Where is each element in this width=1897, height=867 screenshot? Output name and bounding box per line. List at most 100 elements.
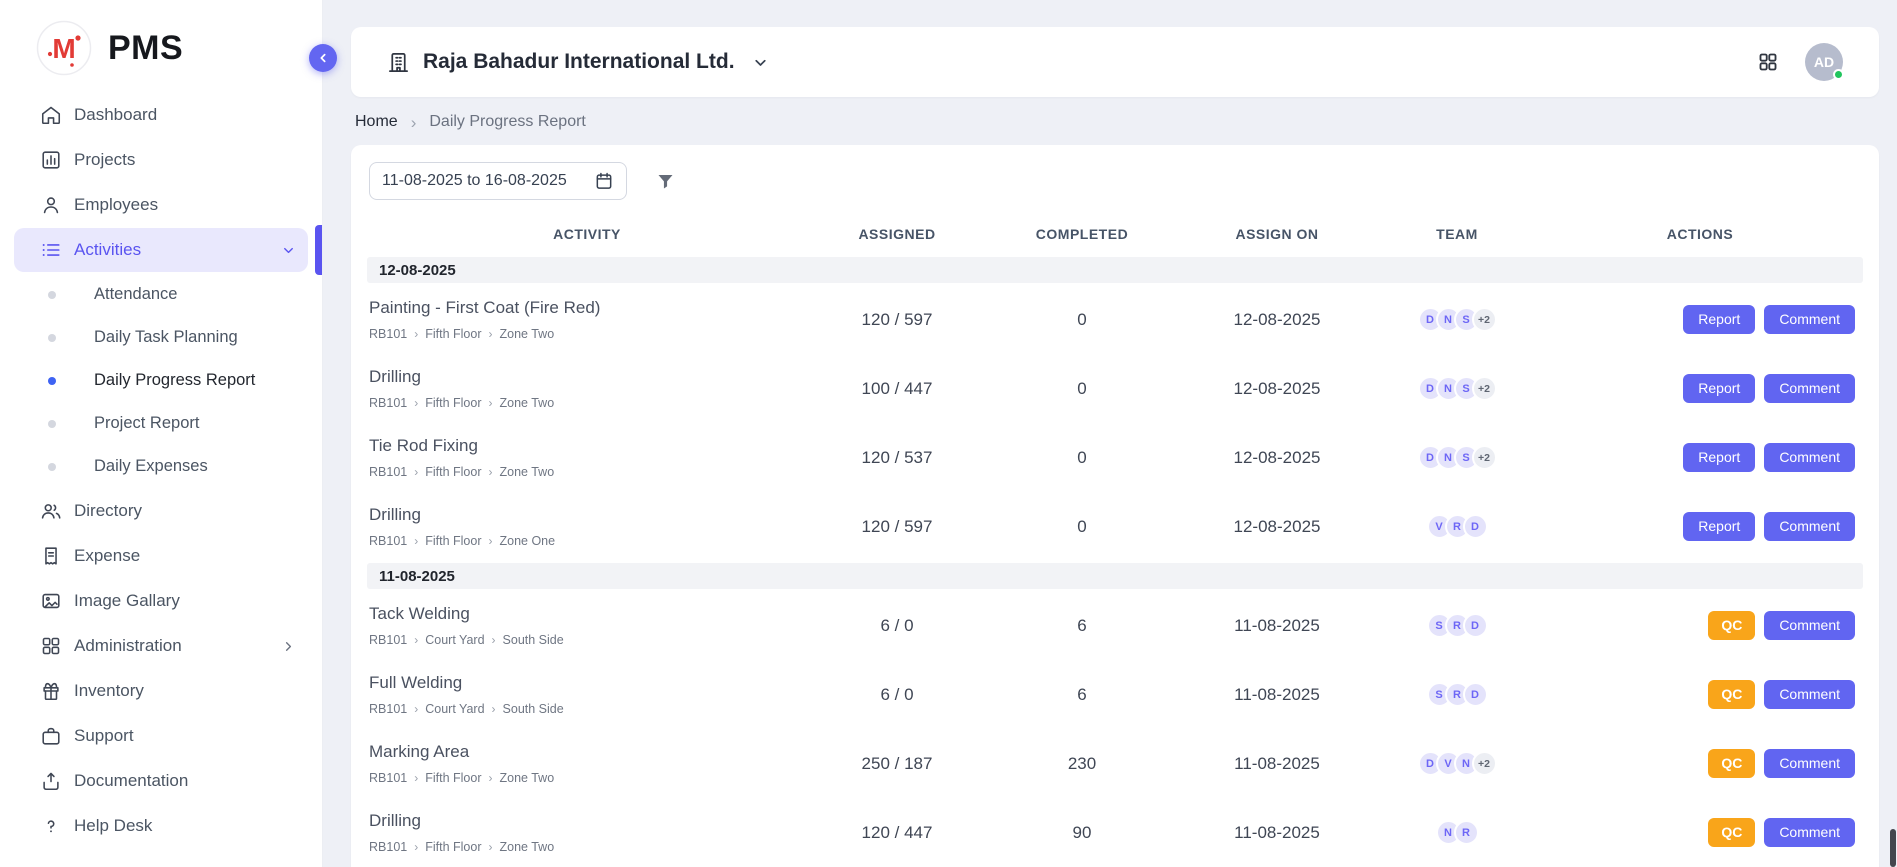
- comment-button[interactable]: Comment: [1764, 512, 1855, 542]
- team-avatars: DNS+2: [1377, 376, 1537, 401]
- sidebar-item-daily-progress-report[interactable]: Daily Progress Report: [14, 359, 308, 402]
- sidebar-item-attendance[interactable]: Attendance: [14, 273, 308, 316]
- team-extra-badge[interactable]: +2: [1472, 445, 1497, 470]
- assigned-value: 100 / 447: [807, 379, 987, 399]
- comment-button[interactable]: Comment: [1764, 611, 1855, 641]
- activity-title: Tack Welding: [369, 604, 797, 624]
- path-segment: RB101: [369, 327, 407, 341]
- table-row: Marking Area RB101›Fifth Floor›Zone Two …: [367, 729, 1863, 798]
- completed-value: 0: [987, 379, 1177, 399]
- sidebar-item-documentation[interactable]: Documentation: [14, 759, 308, 803]
- sidebar-item-inventory[interactable]: Inventory: [14, 669, 308, 713]
- column-header-assign-on: ASSIGN ON: [1177, 226, 1377, 242]
- comment-button[interactable]: Comment: [1764, 749, 1855, 779]
- sidebar-collapse-button[interactable]: [309, 44, 337, 72]
- bullet-icon: [48, 463, 56, 471]
- activity-path: RB101›Fifth Floor›Zone One: [369, 534, 797, 548]
- chevron-right-icon: ›: [414, 328, 418, 340]
- team-avatar[interactable]: D: [1463, 613, 1488, 638]
- sidebar-item-activities[interactable]: Activities: [14, 228, 308, 272]
- qc-button[interactable]: QC: [1708, 818, 1755, 848]
- report-button[interactable]: Report: [1683, 374, 1755, 404]
- avatar[interactable]: AD: [1805, 43, 1843, 81]
- completed-value: 90: [987, 823, 1177, 843]
- team-avatars: DNS+2: [1377, 445, 1537, 470]
- sidebar-item-directory[interactable]: Directory: [14, 489, 308, 533]
- comment-button[interactable]: Comment: [1764, 374, 1855, 404]
- sidebar-item-project-report[interactable]: Project Report: [14, 402, 308, 445]
- assigned-value: 6 / 0: [807, 685, 987, 705]
- receipt-icon: [40, 545, 62, 567]
- sidebar-item-label: Employees: [74, 195, 158, 215]
- qc-button[interactable]: QC: [1708, 749, 1755, 779]
- chevron-right-icon: ›: [489, 535, 493, 547]
- path-segment: South Side: [503, 633, 564, 647]
- avatar-initials: AD: [1814, 54, 1834, 70]
- comment-button[interactable]: Comment: [1764, 818, 1855, 848]
- sidebar-item-employees[interactable]: Employees: [14, 183, 308, 227]
- comment-button[interactable]: Comment: [1764, 680, 1855, 710]
- kanban-icon: [40, 149, 62, 171]
- apps-grid-icon[interactable]: [1757, 51, 1779, 73]
- comment-button[interactable]: Comment: [1764, 443, 1855, 473]
- table-row: Drilling RB101›Fifth Floor›Zone Two 100 …: [367, 354, 1863, 423]
- sidebar-item-image-gallary[interactable]: Image Gallary: [14, 579, 308, 623]
- path-segment: Zone Two: [500, 840, 555, 854]
- table-row: Full Welding RB101›Court Yard›South Side…: [367, 660, 1863, 729]
- report-button[interactable]: Report: [1683, 512, 1755, 542]
- breadcrumb-home[interactable]: Home: [355, 113, 398, 131]
- activity-path: RB101›Court Yard›South Side: [369, 702, 797, 716]
- sidebar-item-label: Daily Progress Report: [94, 371, 255, 390]
- image-icon: [40, 590, 62, 612]
- scrollbar-thumb[interactable]: [1890, 829, 1896, 867]
- assigned-value: 250 / 187: [807, 754, 987, 774]
- chevron-right-icon: ›: [414, 841, 418, 853]
- team-extra-badge[interactable]: +2: [1472, 307, 1497, 332]
- sidebar-item-label: Attendance: [94, 285, 177, 304]
- team-extra-badge[interactable]: +2: [1472, 751, 1497, 776]
- chevron-right-icon: ›: [411, 114, 417, 131]
- assign-on-value: 12-08-2025: [1177, 379, 1377, 399]
- sidebar-item-label: Project Report: [94, 414, 199, 433]
- comment-button[interactable]: Comment: [1764, 305, 1855, 335]
- sidebar-item-daily-expenses[interactable]: Daily Expenses: [14, 445, 308, 488]
- chevron-right-icon: ›: [414, 634, 418, 646]
- chevron-right-icon: ›: [489, 397, 493, 409]
- bullet-icon: [48, 420, 56, 428]
- report-button[interactable]: Report: [1683, 305, 1755, 335]
- sidebar-item-dashboard[interactable]: Dashboard: [14, 93, 308, 137]
- qc-button[interactable]: QC: [1708, 611, 1755, 641]
- company-selector[interactable]: Raja Bahadur International Ltd.: [387, 50, 769, 74]
- bullet-icon: [48, 377, 56, 385]
- team-avatars: NR: [1377, 820, 1537, 845]
- activity-path: RB101›Fifth Floor›Zone Two: [369, 396, 797, 410]
- chevron-right-icon: ›: [489, 841, 493, 853]
- qc-button[interactable]: QC: [1708, 680, 1755, 710]
- activity-cell: Painting - First Coat (Fire Red) RB101›F…: [367, 298, 807, 341]
- assign-on-value: 11-08-2025: [1177, 616, 1377, 636]
- path-segment: Court Yard: [425, 633, 484, 647]
- filter-icon[interactable]: [655, 171, 676, 192]
- sidebar-item-daily-task-planning[interactable]: Daily Task Planning: [14, 316, 308, 359]
- chevron-down-icon: [752, 54, 769, 71]
- completed-value: 0: [987, 310, 1177, 330]
- report-button[interactable]: Report: [1683, 443, 1755, 473]
- sidebar-item-label: Support: [74, 726, 134, 746]
- path-segment: Fifth Floor: [425, 327, 481, 341]
- activity-cell: Full Welding RB101›Court Yard›South Side: [367, 673, 807, 716]
- sidebar-item-label: Help Desk: [74, 816, 152, 836]
- team-avatar[interactable]: R: [1454, 820, 1479, 845]
- app-title: PMS: [108, 29, 183, 68]
- date-range-input[interactable]: 11-08-2025 to 16-08-2025: [369, 162, 627, 200]
- team-avatar[interactable]: D: [1463, 682, 1488, 707]
- sidebar: M PMS DashboardProjectsEmployeesActiviti…: [0, 0, 323, 867]
- sidebar-item-help-desk[interactable]: Help Desk: [14, 804, 308, 848]
- sidebar-item-projects[interactable]: Projects: [14, 138, 308, 182]
- sidebar-item-support[interactable]: Support: [14, 714, 308, 758]
- sidebar-item-administration[interactable]: Administration: [14, 624, 308, 668]
- assigned-value: 6 / 0: [807, 616, 987, 636]
- team-avatar[interactable]: D: [1463, 514, 1488, 539]
- team-extra-badge[interactable]: +2: [1472, 376, 1497, 401]
- date-group-header: 12-08-2025: [367, 257, 1863, 283]
- sidebar-item-expense[interactable]: Expense: [14, 534, 308, 578]
